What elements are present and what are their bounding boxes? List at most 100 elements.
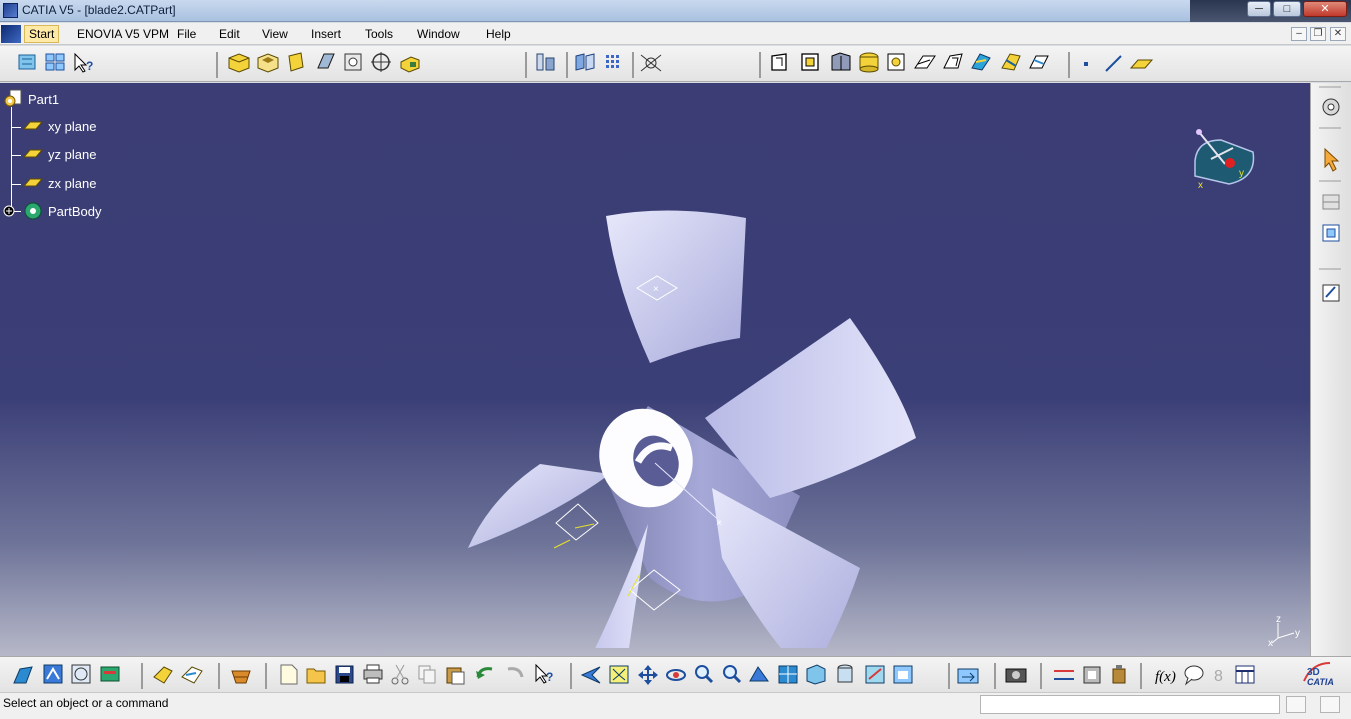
table-icon[interactable] xyxy=(1235,665,1255,684)
compass-widget[interactable]: x y xyxy=(1185,126,1265,196)
tree-node-partbody[interactable]: PartBody xyxy=(2,200,101,222)
point-icon[interactable] xyxy=(1084,62,1088,66)
groove-icon[interactable] xyxy=(317,53,335,69)
zoom-out-icon[interactable] xyxy=(723,665,742,684)
hide-show-icon[interactable] xyxy=(865,665,885,684)
rules-icon[interactable]: 8 xyxy=(1214,668,1223,685)
new-icon[interactable] xyxy=(280,664,298,685)
apply-material-icon[interactable] xyxy=(231,670,251,684)
menu-start[interactable]: Start xyxy=(24,25,60,43)
paste-icon[interactable] xyxy=(446,667,465,685)
measure-between-icon[interactable] xyxy=(1054,670,1074,680)
line-icon[interactable] xyxy=(1105,55,1122,72)
measure-item-icon[interactable] xyxy=(1083,666,1101,684)
assemble-icon[interactable] xyxy=(1322,224,1340,242)
menu-window[interactable]: Window xyxy=(417,27,460,41)
zoom-in-icon[interactable] xyxy=(695,665,714,684)
menu-tools[interactable]: Tools xyxy=(365,27,393,41)
tree-node-xy-plane[interactable]: xy plane xyxy=(22,118,96,134)
menu-enovia[interactable]: ENOVIA V5 VPM xyxy=(77,27,169,41)
specification-tree-icon[interactable] xyxy=(18,54,36,70)
tree-node-yz-plane[interactable]: yz plane xyxy=(22,146,96,162)
thickness-icon[interactable] xyxy=(887,53,905,71)
close-button[interactable]: ✕ xyxy=(1303,1,1347,17)
rotate-icon[interactable] xyxy=(666,669,686,681)
sketcher-icon[interactable] xyxy=(1322,98,1340,116)
menu-view[interactable]: View xyxy=(262,27,288,41)
3d-viewport[interactable]: Part1 xy plane yz plane zx plane PartBod… xyxy=(0,83,1310,656)
pan-icon[interactable] xyxy=(638,665,658,685)
shaft-icon[interactable] xyxy=(288,52,304,72)
analysis-icon[interactable] xyxy=(71,664,91,684)
mass-icon[interactable] xyxy=(1112,665,1126,684)
select-icon[interactable] xyxy=(1324,147,1340,172)
command-input[interactable] xyxy=(980,695,1280,714)
snap-icon[interactable] xyxy=(640,54,662,72)
menu-file[interactable]: File xyxy=(177,27,196,41)
catalog-icon[interactable] xyxy=(153,666,173,684)
doc-restore-button[interactable]: ❐ xyxy=(1310,27,1326,41)
update-icon[interactable] xyxy=(100,666,120,682)
swap-space-icon[interactable] xyxy=(893,665,913,684)
fillet-icon[interactable] xyxy=(771,53,787,71)
cut-icon[interactable] xyxy=(391,664,409,685)
knowledge-icon[interactable] xyxy=(13,666,33,684)
doc-minimize-button[interactable]: – xyxy=(1291,27,1307,41)
copy-icon[interactable] xyxy=(418,665,436,684)
whats-this-icon[interactable]: ? xyxy=(74,52,93,73)
catia-app-icon[interactable] xyxy=(3,3,18,18)
iso-view-icon[interactable] xyxy=(806,664,826,685)
comment-icon[interactable] xyxy=(1184,665,1204,686)
camera-icon[interactable] xyxy=(1005,668,1027,683)
status-button-left[interactable] xyxy=(1286,696,1306,713)
pocket-icon[interactable] xyxy=(257,53,279,73)
plane-system-icon[interactable] xyxy=(575,53,595,71)
tree-node-zx-plane[interactable]: zx plane xyxy=(22,175,96,191)
slot-icon[interactable] xyxy=(400,56,420,73)
fit-all-icon[interactable] xyxy=(609,665,629,684)
maximize-button[interactable]: □ xyxy=(1273,1,1301,17)
normal-view-icon[interactable] xyxy=(749,666,769,682)
svg-text:z: z xyxy=(1276,614,1281,625)
menu-insert[interactable]: Insert xyxy=(311,27,341,41)
chamfer-icon[interactable] xyxy=(801,53,819,71)
replace-face-icon[interactable] xyxy=(971,53,991,71)
plane-icon[interactable] xyxy=(1129,59,1154,69)
stiffener-icon[interactable] xyxy=(536,53,555,71)
constraint-icon[interactable] xyxy=(43,664,63,684)
print-icon[interactable] xyxy=(363,664,383,684)
document-icon[interactable] xyxy=(1,25,21,43)
whats-this-icon[interactable]: ? xyxy=(535,663,553,684)
menu-edit[interactable]: Edit xyxy=(219,27,240,41)
capture-icon[interactable] xyxy=(957,668,979,684)
undo-icon[interactable] xyxy=(476,667,493,679)
annotation-icon[interactable] xyxy=(1322,284,1340,302)
open-icon[interactable] xyxy=(306,668,326,684)
shading-icon[interactable] xyxy=(837,664,853,683)
multi-view-icon[interactable] xyxy=(778,665,798,684)
top-toolbar-icons: ? xyxy=(18,52,1154,78)
minimize-button[interactable]: ─ xyxy=(1247,1,1271,17)
blade-part-model[interactable]: × × xyxy=(440,178,960,648)
hole-icon[interactable] xyxy=(344,53,362,71)
tree-node-part[interactable]: Part1 xyxy=(2,89,59,109)
redo-icon[interactable] xyxy=(507,667,524,678)
thread-icon[interactable] xyxy=(914,55,936,69)
status-button-right[interactable] xyxy=(1320,696,1340,713)
split-icon[interactable] xyxy=(1001,53,1021,71)
fly-mode-icon[interactable] xyxy=(580,666,601,684)
rib-icon[interactable] xyxy=(371,52,391,72)
draft-icon[interactable] xyxy=(831,52,851,71)
save-icon[interactable] xyxy=(335,665,354,684)
pattern-icon[interactable] xyxy=(606,55,619,68)
thick-surface-icon[interactable] xyxy=(1029,55,1049,69)
remove-face-icon[interactable] xyxy=(943,53,963,69)
boolean-icon[interactable] xyxy=(1322,194,1340,210)
formula-icon[interactable]: f(x) xyxy=(1155,669,1176,685)
doc-close-button[interactable]: ✕ xyxy=(1330,27,1346,41)
shell-icon[interactable] xyxy=(859,52,879,73)
pad-icon[interactable] xyxy=(228,53,250,73)
menu-help[interactable]: Help xyxy=(486,27,511,41)
hide-show-icon[interactable] xyxy=(45,53,65,71)
publish-icon[interactable] xyxy=(181,666,203,684)
